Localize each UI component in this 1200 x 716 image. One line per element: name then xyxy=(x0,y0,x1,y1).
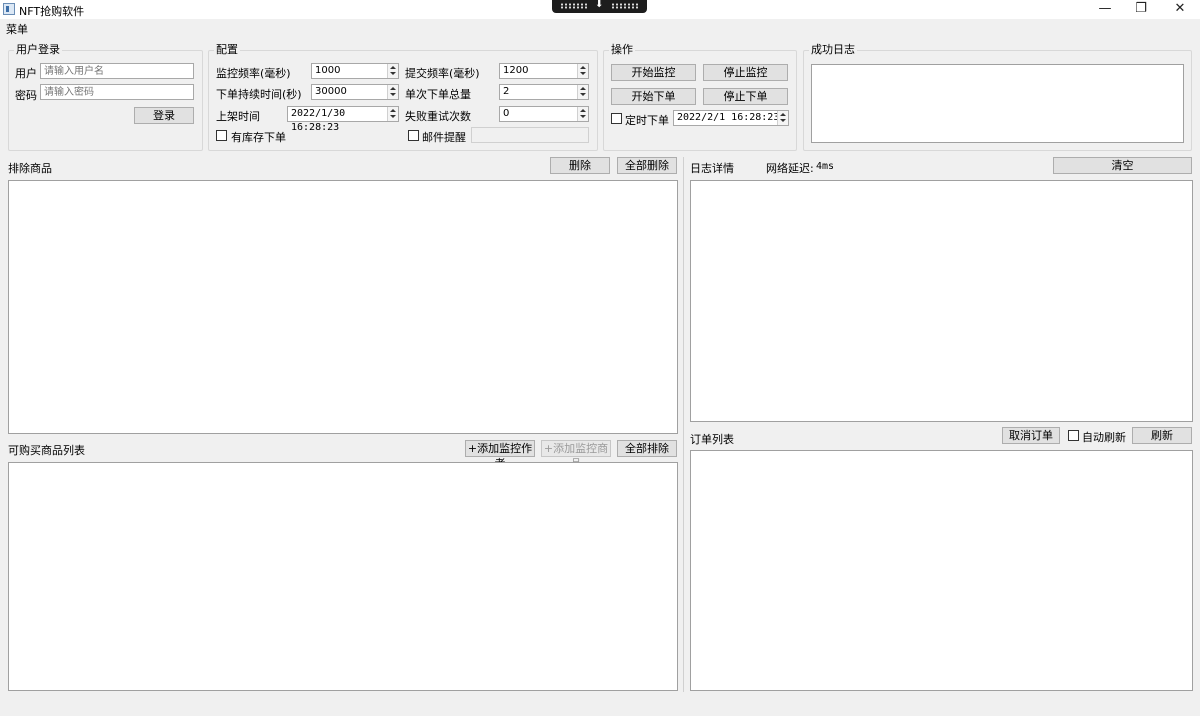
spin-arrows-icon[interactable] xyxy=(577,107,588,121)
user-label: 用户 xyxy=(15,67,37,80)
timed-order-value: 2022/2/1 16:28:23 xyxy=(677,112,780,123)
single-total-label: 单次下单总量 xyxy=(405,88,471,101)
clear-button[interactable]: 清空 xyxy=(1053,157,1192,174)
operations-group-title: 操作 xyxy=(609,43,635,56)
delete-button[interactable]: 删除 xyxy=(550,157,610,174)
delete-all-button[interactable]: 全部删除 xyxy=(617,157,677,174)
email-label: 邮件提醒 xyxy=(422,131,466,144)
spin-arrows-icon[interactable] xyxy=(577,64,588,78)
retry-value: 0 xyxy=(503,108,510,119)
auto-refresh-label: 自动刷新 xyxy=(1082,431,1126,444)
submit-freq-value: 1200 xyxy=(503,65,529,76)
listing-time-datetime[interactable]: 2022/1/30 16:28:23 xyxy=(287,106,399,133)
purchasable-list[interactable] xyxy=(8,462,678,691)
excluded-title: 排除商品 xyxy=(8,162,52,175)
monitor-freq-value: 1000 xyxy=(315,65,341,76)
spin-arrows-icon[interactable] xyxy=(387,64,398,78)
start-monitor-button[interactable]: 开始监控 xyxy=(611,64,696,81)
spin-arrows-icon[interactable] xyxy=(777,111,788,125)
stop-order-button[interactable]: 停止下单 xyxy=(703,88,788,105)
latency-value: 4ms xyxy=(816,161,835,172)
add-product-button[interactable]: +添加监控商品 xyxy=(541,440,611,470)
order-duration-label: 下单持续时间(秒) xyxy=(216,88,302,101)
remote-control-bar[interactable]: ⬇ xyxy=(552,0,647,13)
stop-monitor-button[interactable]: 停止监控 xyxy=(703,64,788,81)
title-bar: NFT抢购软件 ⬇ — ❐ ✕ xyxy=(0,0,1200,19)
config-group-title: 配置 xyxy=(214,43,240,56)
submit-freq-label: 提交频率(毫秒) xyxy=(405,67,480,80)
order-duration-value: 30000 xyxy=(315,86,347,97)
email-checkbox[interactable] xyxy=(408,130,419,141)
log-detail-area[interactable] xyxy=(690,180,1193,422)
username-input[interactable] xyxy=(40,63,194,79)
menu-main[interactable]: 菜单 xyxy=(6,21,28,37)
spin-arrows-icon[interactable] xyxy=(387,107,398,121)
excluded-list[interactable] xyxy=(8,180,678,434)
add-author-button[interactable]: +添加监控作者 xyxy=(465,440,535,470)
password-input[interactable] xyxy=(40,84,194,100)
password-label: 密码 xyxy=(15,89,37,102)
window-title: NFT抢购软件 xyxy=(19,5,85,18)
menu-bar: 菜单 xyxy=(0,19,1200,36)
splitter-handle[interactable] xyxy=(683,157,684,692)
timed-order-label: 定时下单 xyxy=(625,114,669,127)
auto-refresh-checkbox[interactable] xyxy=(1068,430,1079,441)
monitor-freq-spinbox[interactable]: 1000 xyxy=(311,63,399,79)
listing-time-label: 上架时间 xyxy=(216,110,260,123)
grip-dots-icon xyxy=(560,3,588,9)
close-button[interactable]: ✕ xyxy=(1163,0,1197,19)
email-input[interactable] xyxy=(471,127,589,143)
purchasable-title: 可购买商品列表 xyxy=(8,444,85,457)
start-order-button[interactable]: 开始下单 xyxy=(611,88,696,105)
single-total-spinbox[interactable]: 2 xyxy=(499,84,589,100)
login-group-title: 用户登录 xyxy=(14,43,62,56)
minimize-button[interactable]: — xyxy=(1088,0,1122,19)
submit-freq-spinbox[interactable]: 1200 xyxy=(499,63,589,79)
success-log-group-title: 成功日志 xyxy=(809,43,857,56)
stock-order-checkbox[interactable] xyxy=(216,130,227,141)
retry-label: 失败重试次数 xyxy=(405,110,471,123)
log-detail-title: 日志详情 xyxy=(690,162,734,175)
order-duration-spinbox[interactable]: 30000 xyxy=(311,84,399,100)
single-total-value: 2 xyxy=(503,86,510,97)
spin-arrows-icon[interactable] xyxy=(577,85,588,99)
refresh-button[interactable]: 刷新 xyxy=(1132,427,1192,444)
timed-order-datetime[interactable]: 2022/2/1 16:28:23 xyxy=(673,110,789,126)
timed-order-checkbox[interactable] xyxy=(611,113,622,124)
exclude-all-button[interactable]: 全部排除 xyxy=(617,440,677,457)
grip-dots-icon xyxy=(611,3,639,9)
orders-title: 订单列表 xyxy=(690,433,734,446)
download-arrow-icon[interactable]: ⬇ xyxy=(595,0,603,12)
login-button[interactable]: 登录 xyxy=(134,107,194,124)
restore-button[interactable]: ❐ xyxy=(1124,0,1158,19)
spin-arrows-icon[interactable] xyxy=(387,85,398,99)
listing-time-value: 2022/1/30 16:28:23 xyxy=(291,108,346,133)
stock-order-label: 有库存下单 xyxy=(231,131,286,144)
app-icon xyxy=(3,3,15,15)
success-log-area[interactable] xyxy=(811,64,1184,143)
latency-label: 网络延迟: xyxy=(766,162,814,175)
monitor-freq-label: 监控频率(毫秒) xyxy=(216,67,291,80)
orders-list[interactable] xyxy=(690,450,1193,691)
retry-spinbox[interactable]: 0 xyxy=(499,106,589,122)
cancel-order-button[interactable]: 取消订单 xyxy=(1002,427,1060,444)
